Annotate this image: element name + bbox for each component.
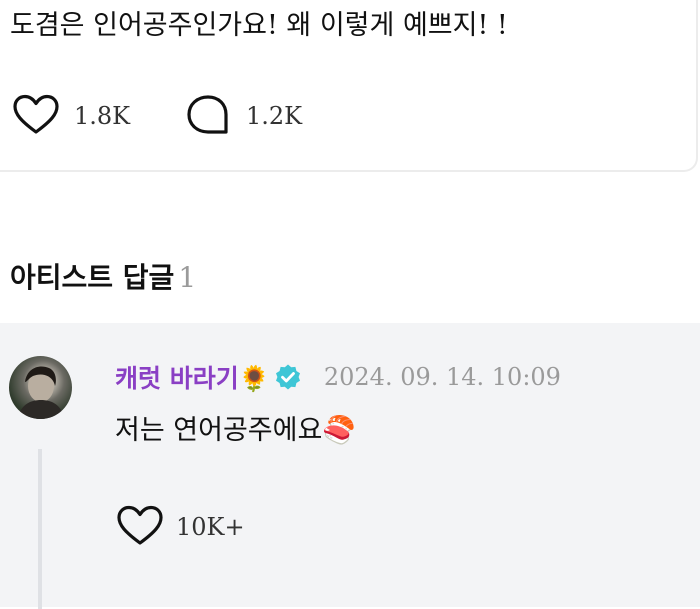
verified-badge-icon bbox=[274, 363, 302, 391]
post-card: 도겸은 인어공주인가요! 왜 이렇게 예쁘지! ! 1.8K 1.2K bbox=[0, 0, 698, 172]
author-name[interactable]: 캐럿 바라기🌻 bbox=[115, 359, 270, 395]
post-like-count: 1.8K bbox=[74, 102, 131, 130]
artist-replies-count: 1 bbox=[178, 261, 197, 294]
reply-timestamp: 2024. 09. 14. 10:09 bbox=[323, 363, 561, 391]
heart-icon[interactable] bbox=[12, 92, 60, 140]
post-like-stat[interactable]: 1.8K bbox=[12, 92, 130, 140]
author-name-text: 캐럿 바라기 bbox=[115, 364, 239, 393]
post-text: 도겸은 인어공주인가요! 왜 이렇게 예쁘지! ! bbox=[10, 10, 508, 41]
thread-line bbox=[38, 449, 42, 609]
comment-icon[interactable] bbox=[184, 92, 232, 140]
post-comment-stat[interactable]: 1.2K bbox=[184, 92, 302, 140]
reply-like-stat[interactable]: 10K+ bbox=[116, 503, 245, 551]
reply-like-count: 10K+ bbox=[176, 513, 245, 541]
heart-icon[interactable] bbox=[116, 503, 164, 551]
post-comment-count: 1.2K bbox=[246, 102, 303, 130]
reply-text: 저는 연어공주에요🍣 bbox=[115, 411, 356, 451]
artist-replies-heading: 아티스트 답글 1 bbox=[10, 256, 196, 300]
avatar[interactable] bbox=[9, 356, 72, 419]
sunflower-emoji: 🌻 bbox=[238, 364, 270, 393]
artist-replies-title: 아티스트 답글 bbox=[10, 261, 175, 294]
sushi-emoji: 🍣 bbox=[322, 415, 356, 446]
artist-reply: 캐럿 바라기🌻 2024. 09. 14. 10:09 저는 연어공주에요🍣 1… bbox=[0, 323, 700, 609]
reply-text-body: 저는 연어공주에요 bbox=[115, 415, 323, 446]
reply-header: 캐럿 바라기🌻 2024. 09. 14. 10:09 bbox=[115, 359, 561, 395]
